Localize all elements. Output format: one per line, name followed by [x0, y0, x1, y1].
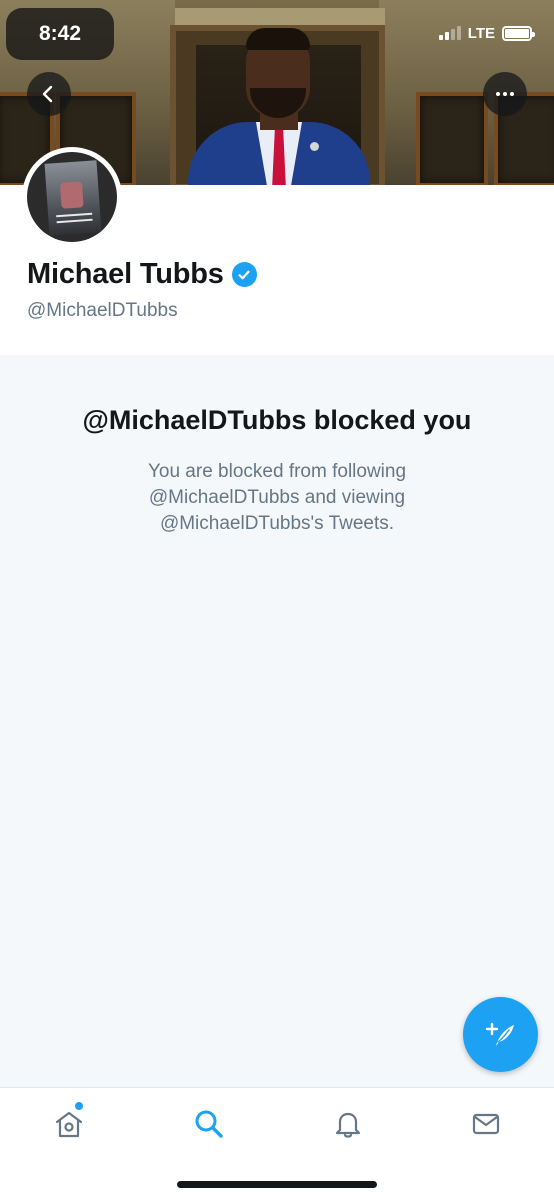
compose-tweet-icon	[485, 1022, 514, 1046]
status-indicators: LTE	[438, 22, 535, 44]
more-dots-icon	[496, 92, 514, 96]
back-button[interactable]	[27, 72, 71, 116]
person-hair	[246, 28, 310, 50]
back-arrow-icon	[42, 85, 53, 103]
notifications-bell-icon	[335, 1112, 361, 1138]
tab-messages[interactable]	[468, 1106, 504, 1142]
messages-envelope-icon	[472, 1113, 500, 1135]
banner-person	[188, 28, 370, 185]
profile-name-row: Michael Tubbs	[27, 258, 257, 291]
profile-handle: @MichaelDTubbs	[27, 300, 178, 321]
home-icon	[55, 1111, 83, 1138]
person-lapel-pin	[310, 142, 319, 151]
compose-tweet-button[interactable]	[463, 997, 538, 1072]
avatar[interactable]	[22, 147, 122, 247]
status-time: 8:42	[6, 8, 114, 60]
search-icon	[195, 1110, 223, 1138]
banner-cabinet	[416, 92, 488, 185]
blocked-description: You are blocked from following @MichaelD…	[147, 461, 407, 534]
verified-badge-icon	[231, 262, 257, 287]
tab-notifications[interactable]	[330, 1106, 366, 1142]
tab-home[interactable]	[51, 1106, 87, 1142]
avatar-book-cover	[44, 160, 102, 236]
home-new-content-dot	[75, 1102, 83, 1110]
network-type-label: LTE	[467, 24, 495, 42]
more-options-button[interactable]	[483, 72, 527, 116]
tab-search[interactable]	[191, 1106, 227, 1142]
profile-name: Michael Tubbs	[27, 258, 224, 290]
home-indicator-bar[interactable]	[177, 1181, 377, 1188]
battery-icon	[502, 25, 535, 41]
avatar-image	[27, 152, 117, 242]
signal-strength-icon	[438, 26, 461, 40]
blocked-title: @MichaelDTubbs blocked you	[82, 405, 472, 435]
